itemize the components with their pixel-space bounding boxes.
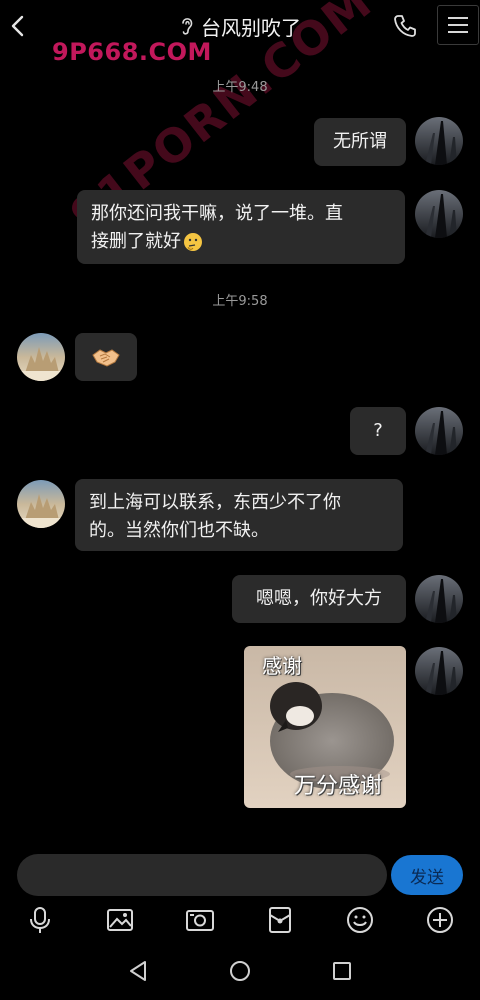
timestamp: 上午9:58 — [212, 294, 268, 309]
message-bubble-sent[interactable]: ? — [350, 407, 406, 455]
message-bubble-sent[interactable]: 嗯嗯，你好大方 — [232, 575, 406, 623]
message-text-line: 接删了就好 — [91, 231, 181, 252]
camera-icon[interactable] — [185, 905, 215, 935]
sticker-caption-top: 感谢 — [262, 654, 302, 678]
menu-icon[interactable] — [437, 5, 479, 45]
phone-icon[interactable] — [392, 13, 418, 39]
nav-back-icon[interactable] — [126, 958, 152, 984]
contact-avatar[interactable] — [17, 480, 65, 528]
handshake-icon — [92, 349, 120, 367]
message-bubble-sent[interactable]: 那你还问我干嘛，说了一堆。直 接删了就好 — [77, 190, 405, 264]
message-text-line: 到上海可以联系，东西少不了你 — [89, 492, 341, 513]
message-bubble-received[interactable]: 到上海可以联系，东西少不了你 的。当然你们也不缺。 — [75, 479, 403, 551]
message-text: ? — [373, 420, 383, 441]
nav-recent-icon[interactable] — [329, 958, 355, 984]
contact-avatar[interactable] — [17, 333, 65, 381]
my-avatar[interactable] — [415, 575, 463, 623]
message-input[interactable] — [17, 854, 387, 896]
message-text-line: 那你还问我干嘛，说了一堆。直 — [91, 203, 343, 224]
sticker-image[interactable]: 感谢 万分感谢 — [244, 646, 406, 808]
image-icon[interactable] — [105, 905, 135, 935]
red-packet-icon[interactable] — [265, 905, 295, 935]
sticker-caption-bottom: 万分感谢 — [294, 774, 383, 799]
message-bubble-sent[interactable]: 无所谓 — [314, 118, 406, 166]
microphone-icon[interactable] — [25, 905, 55, 935]
my-avatar[interactable] — [415, 190, 463, 238]
smiley-icon[interactable] — [345, 905, 375, 935]
timestamp: 上午9:48 — [212, 80, 268, 95]
send-button[interactable]: 发送 — [391, 855, 463, 895]
message-text: 无所谓 — [333, 131, 387, 152]
my-avatar[interactable] — [415, 647, 463, 695]
my-avatar[interactable] — [415, 117, 463, 165]
message-bubble-received[interactable] — [75, 333, 137, 381]
back-icon[interactable] — [6, 12, 30, 40]
message-text: 嗯嗯，你好大方 — [256, 588, 382, 609]
thinking-face-icon — [184, 233, 202, 251]
ear-icon — [182, 18, 193, 35]
plus-icon[interactable] — [425, 905, 455, 935]
my-avatar[interactable] — [415, 407, 463, 455]
watermark-site: 9P668.COM — [52, 38, 212, 66]
message-text-line: 的。当然你们也不缺。 — [89, 520, 269, 541]
nav-home-icon[interactable] — [227, 958, 253, 984]
